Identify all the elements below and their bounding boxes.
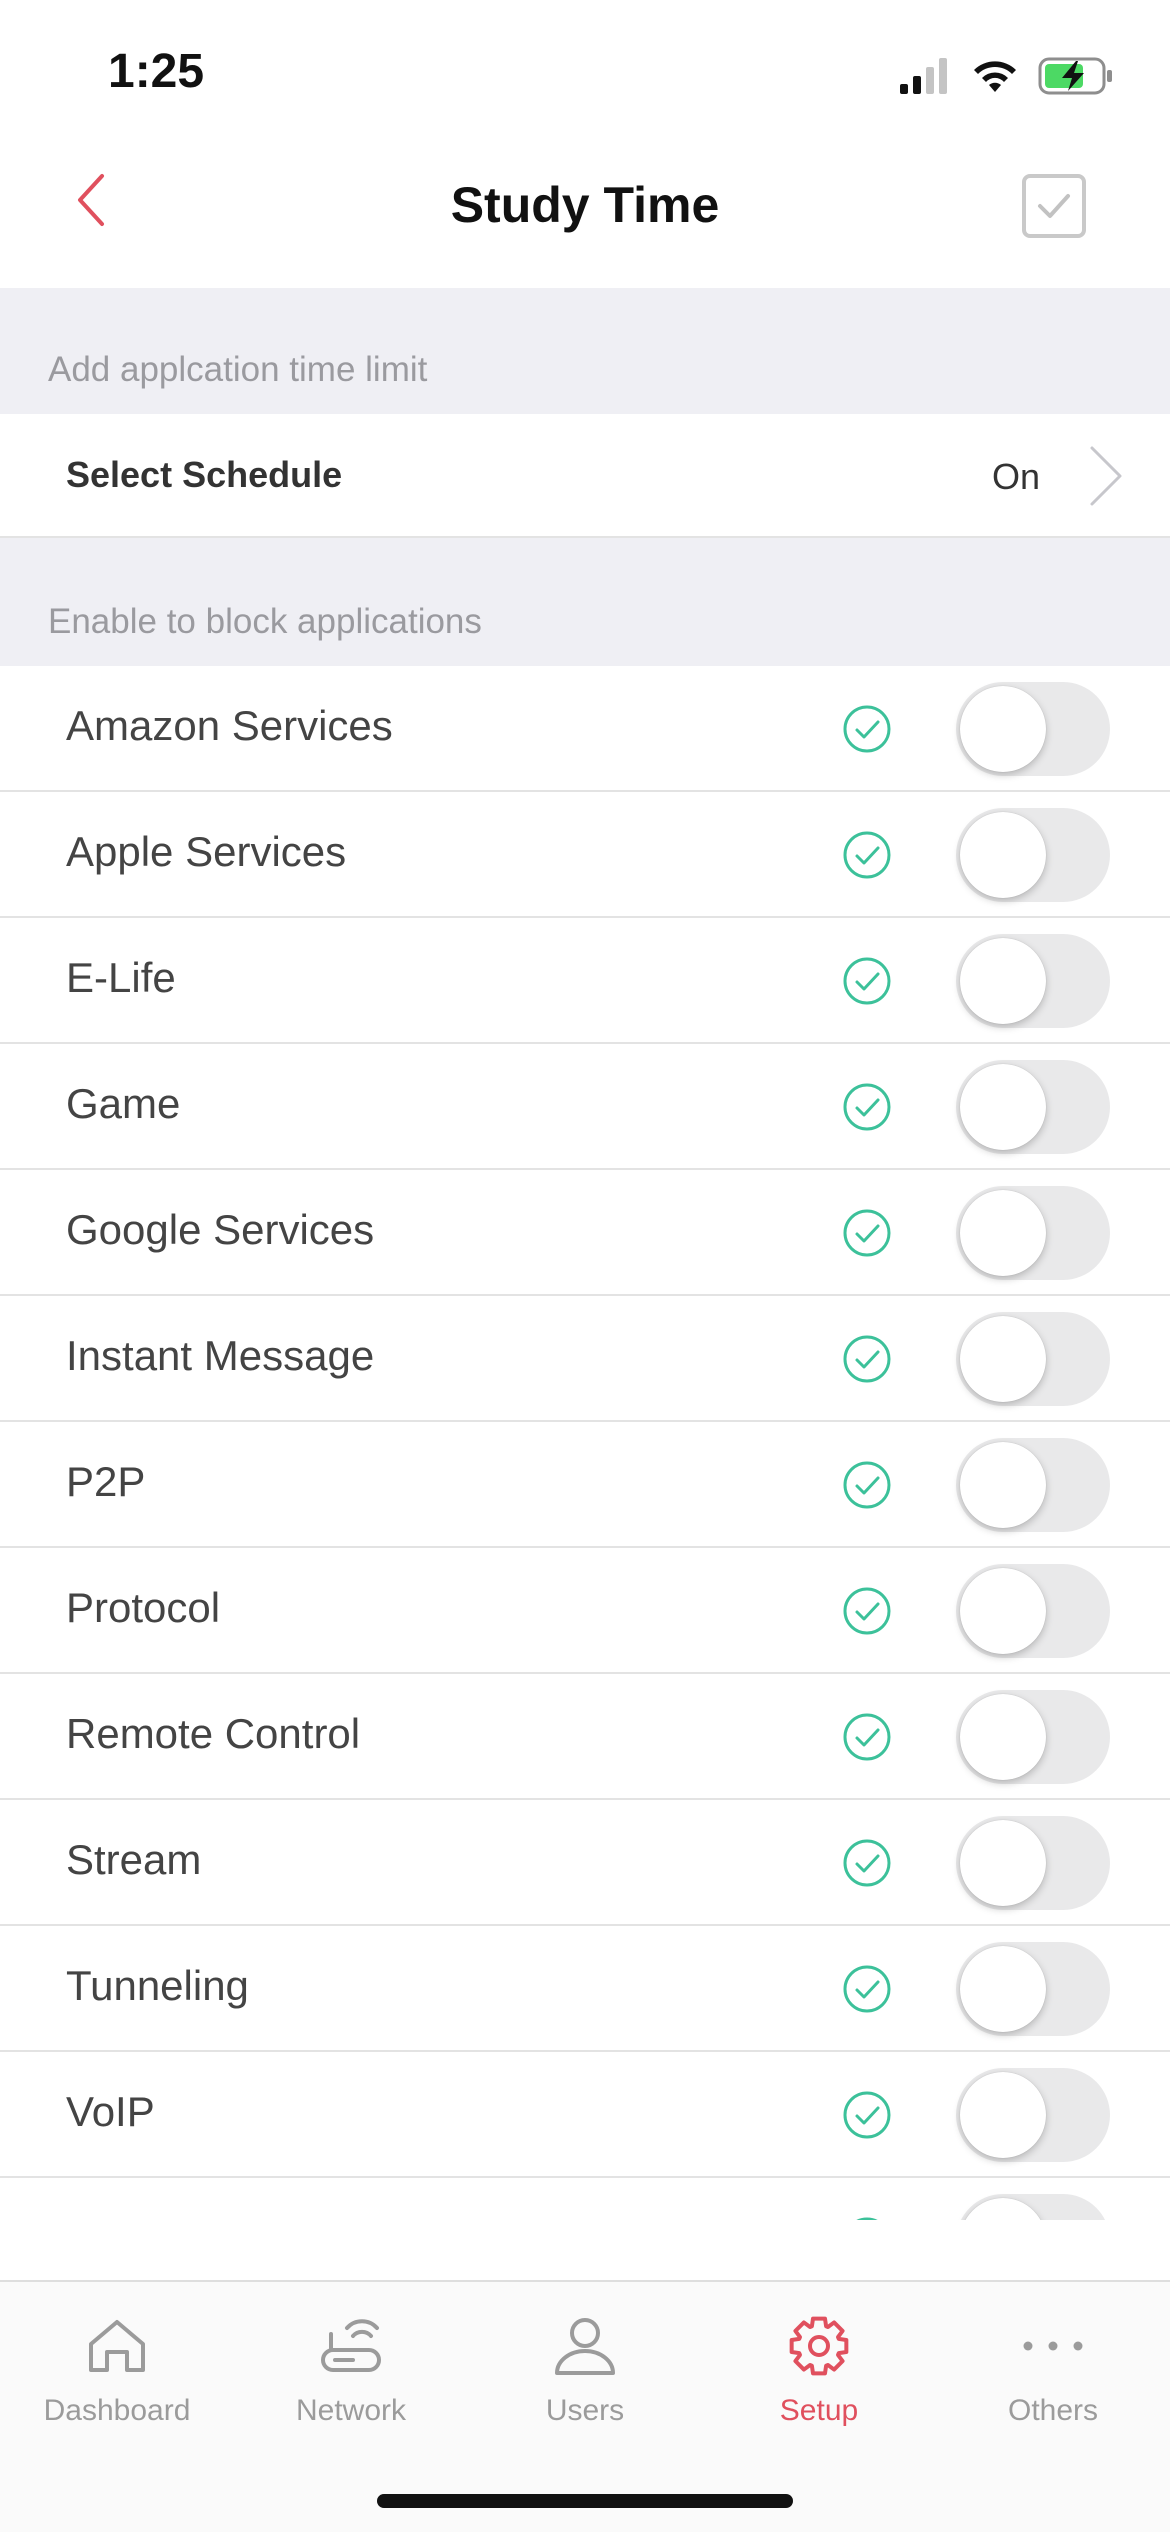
gear-icon	[779, 2306, 859, 2386]
check-circle-icon	[843, 831, 891, 879]
app-row: Protocol	[0, 1548, 1170, 1674]
schedule-status-value: On	[991, 456, 1040, 497]
app-label: Game	[66, 1080, 181, 1127]
toggle-knob	[960, 1064, 1046, 1150]
block-toggle[interactable]	[956, 1816, 1110, 1910]
app-row: Tunneling	[0, 1926, 1170, 2052]
toggle-knob	[960, 812, 1046, 898]
app-row: Instant Message	[0, 1296, 1170, 1422]
select-schedule-label: Select Schedule	[66, 454, 343, 495]
toggle-knob	[960, 1694, 1046, 1780]
app-row: Game	[0, 1044, 1170, 1170]
router-icon	[311, 2306, 391, 2386]
check-circle-icon	[843, 1335, 891, 1383]
user-icon	[545, 2306, 625, 2386]
tab-dashboard[interactable]: Dashboard	[0, 2282, 234, 2462]
app-label: Amazon Services	[66, 702, 393, 749]
section-header-block-apps: Enable to block applications	[0, 538, 1170, 666]
block-toggle[interactable]	[956, 1564, 1110, 1658]
app-row: Apple Services	[0, 792, 1170, 918]
app-label: Stream	[66, 1836, 202, 1883]
app-row	[0, 2178, 1170, 2220]
toggle-knob	[960, 938, 1046, 1024]
tab-label: Network	[295, 2394, 407, 2427]
section-header-label: Enable to block applications	[48, 602, 482, 641]
app-label: Protocol	[66, 1584, 221, 1631]
nav-bar: Study Time	[0, 140, 1170, 288]
app-row: Remote Control	[0, 1674, 1170, 1800]
app-row: Amazon Services	[0, 666, 1170, 792]
status-time: 1:25	[108, 45, 205, 98]
block-toggle[interactable]	[956, 1186, 1110, 1280]
check-circle-icon	[856, 2217, 878, 2220]
check-circle-icon	[843, 1083, 891, 1131]
app-row: VoIP	[0, 2052, 1170, 2178]
app-row: P2P	[0, 1422, 1170, 1548]
app-label: P2P	[66, 1458, 146, 1505]
battery-charging-icon	[1038, 57, 1112, 95]
page-title: Study Time	[450, 177, 720, 233]
app-list: Amazon Services Apple Services E-Life Game G…	[0, 666, 1170, 2220]
block-toggle[interactable]	[956, 682, 1110, 776]
cellular-signal-icon	[900, 58, 947, 94]
status-icons	[900, 48, 1114, 104]
wifi-icon	[974, 61, 1016, 92]
block-toggle[interactable]	[956, 2068, 1110, 2162]
more-icon	[1013, 2306, 1093, 2386]
app-label: Instant Message	[66, 1332, 375, 1379]
block-toggle[interactable]	[956, 2194, 1110, 2220]
tab-label: Dashboard	[43, 2394, 191, 2427]
tab-users[interactable]: Users	[468, 2282, 702, 2462]
block-toggle[interactable]	[956, 1690, 1110, 1784]
chevron-right-icon	[1090, 446, 1122, 506]
toggle-knob	[960, 686, 1046, 772]
tab-label: Setup	[779, 2394, 859, 2427]
app-row: Google Services	[0, 1170, 1170, 1296]
app-row: E-Life	[0, 918, 1170, 1044]
check-circle-icon	[843, 1587, 891, 1635]
block-toggle[interactable]	[956, 934, 1110, 1028]
checkbox-icon	[1038, 194, 1070, 218]
confirm-button[interactable]	[1022, 174, 1086, 238]
block-toggle[interactable]	[956, 808, 1110, 902]
status-bar: 1:25	[0, 0, 1170, 140]
toggle-knob	[960, 2072, 1046, 2158]
app-label: Google Services	[66, 1206, 375, 1253]
tab-network[interactable]: Network	[234, 2282, 468, 2462]
check-circle-icon	[843, 957, 891, 1005]
block-toggle[interactable]	[956, 1312, 1110, 1406]
block-toggle[interactable]	[956, 1942, 1110, 2036]
check-circle-icon	[843, 1839, 891, 1887]
home-icon	[77, 2306, 157, 2386]
tab-setup[interactable]: Setup	[702, 2282, 936, 2462]
app-label: Remote Control	[66, 1710, 361, 1757]
app-row: Stream	[0, 1800, 1170, 1926]
tab-label: Others	[1007, 2394, 1099, 2427]
toggle-knob	[960, 1568, 1046, 1654]
toggle-knob	[960, 1820, 1046, 1906]
app-label: E-Life	[66, 954, 176, 1001]
check-circle-icon	[843, 1965, 891, 2013]
block-toggle[interactable]	[956, 1060, 1110, 1154]
check-circle-icon	[843, 705, 891, 753]
section-header-time-limit: Add applcation time limit	[0, 288, 1170, 414]
app-label: VoIP	[66, 2088, 155, 2135]
check-circle-icon	[843, 1713, 891, 1761]
section-header-label: Add applcation time limit	[48, 350, 428, 389]
check-circle-icon	[843, 2091, 891, 2139]
toggle-knob	[960, 2198, 1046, 2220]
home-indicator	[377, 2494, 793, 2508]
check-circle-icon	[843, 1209, 891, 1257]
app-label: Tunneling	[66, 1962, 249, 2009]
toggle-knob	[960, 1316, 1046, 1402]
tab-label: Users	[545, 2394, 625, 2427]
app-label: Apple Services	[66, 828, 347, 875]
toggle-knob	[960, 1946, 1046, 2032]
check-circle-icon	[843, 1461, 891, 1509]
tab-others[interactable]: Others	[936, 2282, 1170, 2462]
toggle-knob	[960, 1442, 1046, 1528]
toggle-knob	[960, 1190, 1046, 1276]
block-toggle[interactable]	[956, 1438, 1110, 1532]
select-schedule-row[interactable]: Select Schedule On	[0, 414, 1170, 538]
